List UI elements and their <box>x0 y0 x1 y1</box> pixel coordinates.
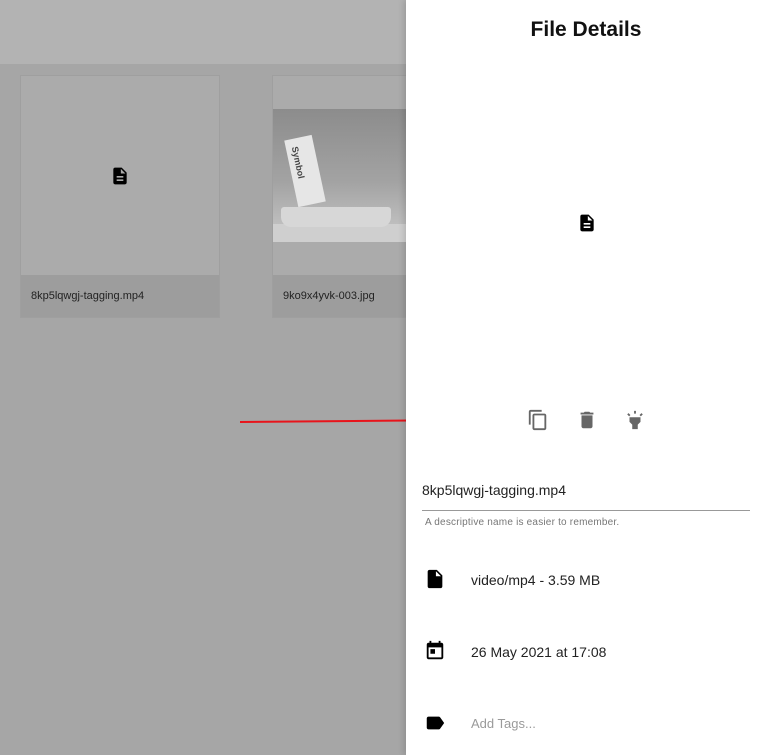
panel-title: File Details <box>530 18 642 41</box>
add-tags-input[interactable] <box>471 712 731 734</box>
card-filename: 8kp5lqwgj-tagging.mp4 <box>21 275 219 317</box>
document-icon <box>113 167 127 185</box>
file-icon <box>427 569 443 589</box>
tag-icon <box>426 716 445 730</box>
delete-button[interactable] <box>575 408 599 432</box>
file-type-size: video/mp4 - 3.59 MB <box>471 572 601 588</box>
copy-button[interactable] <box>526 408 550 432</box>
calendar-icon <box>426 640 444 660</box>
file-date: 26 May 2021 at 17:08 <box>471 644 607 660</box>
file-name-input[interactable] <box>422 470 750 511</box>
book-title: Symbol <box>289 145 307 180</box>
spotlight-icon <box>627 410 643 430</box>
page: 8kp5lqwgj-tagging.mp4 Symbol 9ko9x4yvk-0… <box>0 0 766 755</box>
photo-laptop <box>281 207 391 227</box>
highlight-button[interactable] <box>623 408 647 432</box>
photo-book: Symbol <box>284 134 326 208</box>
name-helper-text: A descriptive name is easier to remember… <box>425 517 620 528</box>
copy-icon <box>528 409 547 431</box>
trash-icon <box>580 411 594 429</box>
file-details-panel: File Details A descriptive name is easie… <box>406 0 766 755</box>
file-card[interactable]: 8kp5lqwgj-tagging.mp4 <box>20 75 220 318</box>
document-icon <box>580 214 594 232</box>
card-thumbnail <box>21 76 219 276</box>
